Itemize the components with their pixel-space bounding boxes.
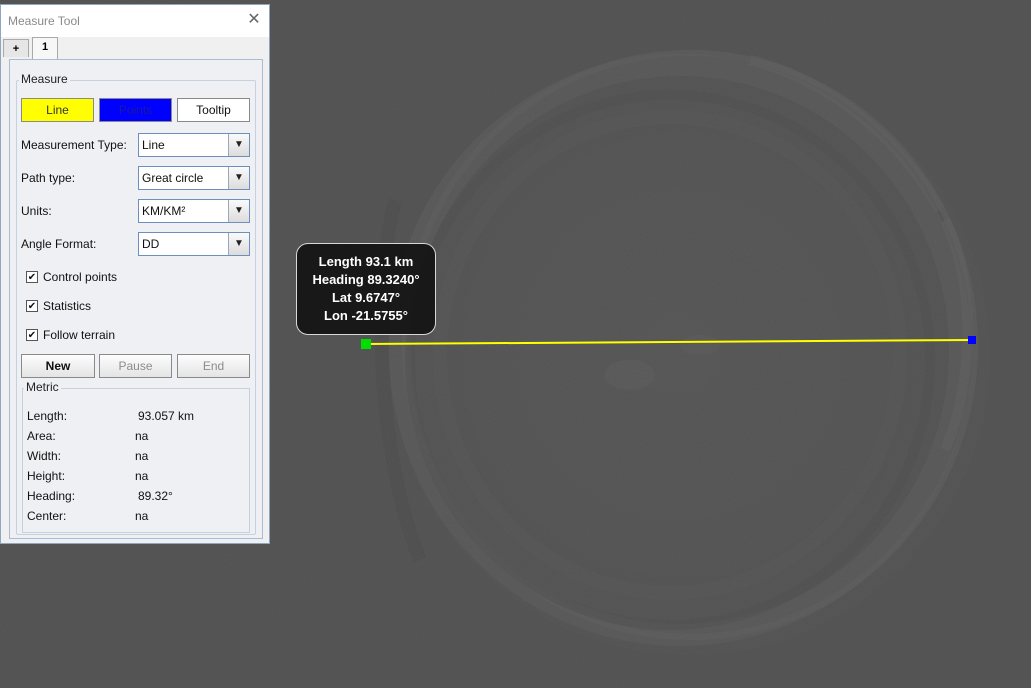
metric-heading-label: Heading: (27, 489, 76, 503)
follow-terrain-label[interactable]: Follow terrain (43, 328, 115, 342)
chevron-down-icon[interactable]: ▼ (228, 233, 249, 255)
close-icon[interactable]: ✕ (245, 11, 263, 29)
tab-content: Measure Line Points Tooltip Measurement … (9, 59, 263, 539)
metric-width-value: na (135, 449, 149, 463)
control-points-checkbox[interactable]: ✔ (26, 271, 38, 283)
end-button[interactable]: End (177, 354, 250, 378)
units-value: KM/KM² (142, 204, 186, 218)
measurement-type-value: Line (142, 138, 165, 152)
chevron-down-icon[interactable]: ▼ (228, 200, 249, 222)
window-title: Measure Tool (8, 14, 80, 28)
tab-add[interactable]: + (3, 39, 29, 57)
tooltip-length: Length 93.1 km (318, 254, 414, 269)
tab-bar: + 1 (1, 37, 269, 59)
metric-length-label: Length: (27, 409, 68, 423)
metric-height-label: Height: (27, 469, 66, 483)
tab-1[interactable]: 1 (32, 37, 58, 59)
tooltip-color-button[interactable]: Tooltip (177, 98, 250, 122)
tooltip-heading: Heading 89.3240° (312, 272, 420, 287)
measurement-type-select[interactable]: Line ▼ (138, 133, 250, 157)
pause-button[interactable]: Pause (99, 354, 172, 378)
metric-center-value: na (135, 509, 149, 523)
statistics-checkbox[interactable]: ✔ (26, 300, 38, 312)
tooltip-lon: Lon -21.5755° (324, 308, 408, 323)
metric-area-label: Area: (27, 429, 56, 443)
line-color-button[interactable]: Line (21, 98, 94, 122)
units-select[interactable]: KM/KM² ▼ (138, 199, 250, 223)
tooltip-lat: Lat 9.6747° (331, 290, 401, 305)
metric-length-value: 93.057 km (138, 409, 195, 423)
chevron-down-icon[interactable]: ▼ (228, 134, 249, 156)
new-button[interactable]: New (21, 354, 95, 378)
follow-terrain-checkbox[interactable]: ✔ (26, 329, 38, 341)
path-type-label: Path type: (21, 171, 76, 185)
metric-width-label: Width: (27, 449, 62, 463)
metric-heading-value: 89.32° (138, 489, 173, 503)
metric-height-value: na (135, 469, 149, 483)
control-points-label[interactable]: Control points (43, 270, 117, 284)
metric-center-label: Center: (27, 509, 67, 523)
angle-format-select[interactable]: DD ▼ (138, 232, 250, 256)
angle-format-value: DD (142, 237, 160, 251)
path-type-select[interactable]: Great circle ▼ (138, 166, 250, 190)
measure-group-label: Measure (19, 72, 70, 86)
path-type-value: Great circle (142, 171, 204, 185)
title-bar[interactable]: Measure Tool ✕ (1, 5, 269, 37)
measure-tool-window: Measure Tool ✕ + 1 Measure Line Points T… (0, 4, 270, 544)
statistics-label[interactable]: Statistics (43, 299, 91, 313)
metric-group-label: Metric (24, 380, 61, 394)
angle-format-label: Angle Format: (21, 237, 97, 251)
points-color-button[interactable]: Points (99, 98, 172, 122)
measurement-tooltip: Length 93.1 km Heading 89.3240° Lat 9.67… (296, 243, 436, 335)
chevron-down-icon[interactable]: ▼ (228, 167, 249, 189)
metric-area-value: na (135, 429, 149, 443)
units-label: Units: (21, 204, 52, 218)
measurement-type-label: Measurement Type: (21, 138, 127, 152)
